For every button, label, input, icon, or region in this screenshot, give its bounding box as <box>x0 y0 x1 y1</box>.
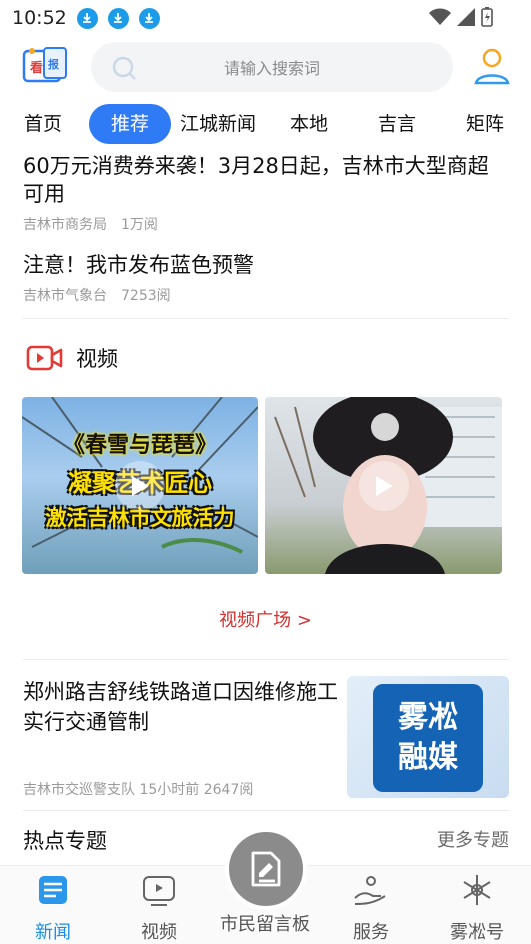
article-views: 1万阅 <box>121 217 158 233</box>
logo-text: 雾凇 <box>398 700 458 735</box>
category-tabs: 首页 推荐 江城新闻 本地 吉言 矩阵 <box>0 104 531 146</box>
nav-news[interactable]: 新闻 <box>0 872 106 944</box>
svg-text:报: 报 <box>48 57 60 71</box>
nav-label: 新闻 <box>35 922 71 943</box>
search-placeholder: 请输入搜索词 <box>223 59 320 78</box>
tab-jiangcheng-news[interactable]: 江城新闻 <box>180 104 256 144</box>
tab-jiyan[interactable]: 吉言 <box>378 104 416 144</box>
video-thumbnail[interactable] <box>265 397 502 574</box>
download-icon <box>76 7 98 29</box>
message-board-button[interactable] <box>225 828 307 910</box>
snowflake-icon <box>463 875 491 905</box>
video-camera-icon <box>26 345 63 371</box>
article-time: 15小时前 <box>139 782 200 798</box>
app-logo-icon: 看 报 <box>22 47 67 83</box>
nav-label: 服务 <box>353 922 389 943</box>
logo-text: 融媒 <box>398 740 458 775</box>
divider <box>23 659 509 660</box>
tab-matrix[interactable]: 矩阵 <box>466 104 504 144</box>
article-meta: 吉林市交巡警支队 15小时前 2647阅 <box>23 779 253 799</box>
article-source: 吉林市商务局 <box>23 217 107 233</box>
download-icon <box>107 7 129 29</box>
tab-local[interactable]: 本地 <box>290 104 328 144</box>
user-profile-icon[interactable] <box>473 46 511 86</box>
article-thumbnail: 雾凇 融媒 <box>347 676 509 798</box>
app-header: 看 报 请输入搜索词 <box>0 38 531 96</box>
play-icon[interactable] <box>115 460 165 511</box>
nav-message-board[interactable]: 市民留言板 <box>212 910 318 936</box>
tab-recommend[interactable]: 推荐 <box>89 104 172 144</box>
status-bar: 10:52 <box>0 0 531 36</box>
article-views: 2647阅 <box>203 782 254 798</box>
battery-icon <box>481 7 493 27</box>
divider <box>23 810 509 811</box>
video-section-header: 视频 <box>26 342 118 374</box>
nav-label: 市民留言板 <box>220 914 310 935</box>
divider <box>23 318 509 319</box>
article-title: 郑州路吉舒线铁路道口因维修施工实行交通管制 <box>23 680 338 734</box>
wusong-media-logo: 雾凇 融媒 <box>373 684 483 792</box>
news-icon <box>39 876 67 904</box>
article-title: 注意！我市发布蓝色预警 <box>23 253 254 277</box>
article-meta: 吉林市气象台 7253阅 <box>23 285 171 305</box>
nav-label: 雾凇号 <box>450 922 504 943</box>
video-section-title: 视频 <box>76 347 118 371</box>
more-topics-link[interactable]: 更多专题 <box>437 826 509 852</box>
video-thumbnail[interactable]: 《春雪与琵琶》 凝聚艺术匠心 激活吉林市文旅活力 <box>22 397 258 574</box>
status-indicators <box>429 7 493 27</box>
hot-topics-title: 热点专题 <box>23 829 107 853</box>
signal-icon <box>457 8 475 26</box>
tv-icon <box>143 876 175 906</box>
article-source: 吉林市气象台 <box>23 288 107 304</box>
play-icon[interactable] <box>358 460 409 511</box>
service-hand-icon <box>354 876 386 905</box>
download-icon <box>138 7 160 29</box>
nav-service[interactable]: 服务 <box>318 872 424 944</box>
nav-label: 视频 <box>141 922 177 943</box>
article-meta: 吉林市商务局 1万阅 <box>23 214 158 234</box>
article-views: 7253阅 <box>121 288 171 304</box>
status-time: 10:52 <box>12 7 67 29</box>
article-source: 吉林市交巡警支队 <box>23 782 135 798</box>
nav-wusong-account[interactable]: 雾凇号 <box>424 872 530 944</box>
search-bar[interactable]: 请输入搜索词 <box>91 42 453 92</box>
article-title: 60万元消费券来袭！3月28日起，吉林市大型商超可用 <box>23 154 489 206</box>
video-square-link[interactable]: 视频广场 > <box>0 606 531 632</box>
wifi-icon <box>429 8 451 25</box>
video-caption-line: 《春雪与琵琶》 <box>62 433 217 458</box>
nav-video[interactable]: 视频 <box>106 872 212 944</box>
tab-home[interactable]: 首页 <box>24 104 62 144</box>
edit-note-icon <box>251 851 281 887</box>
svg-text:看: 看 <box>30 60 43 76</box>
